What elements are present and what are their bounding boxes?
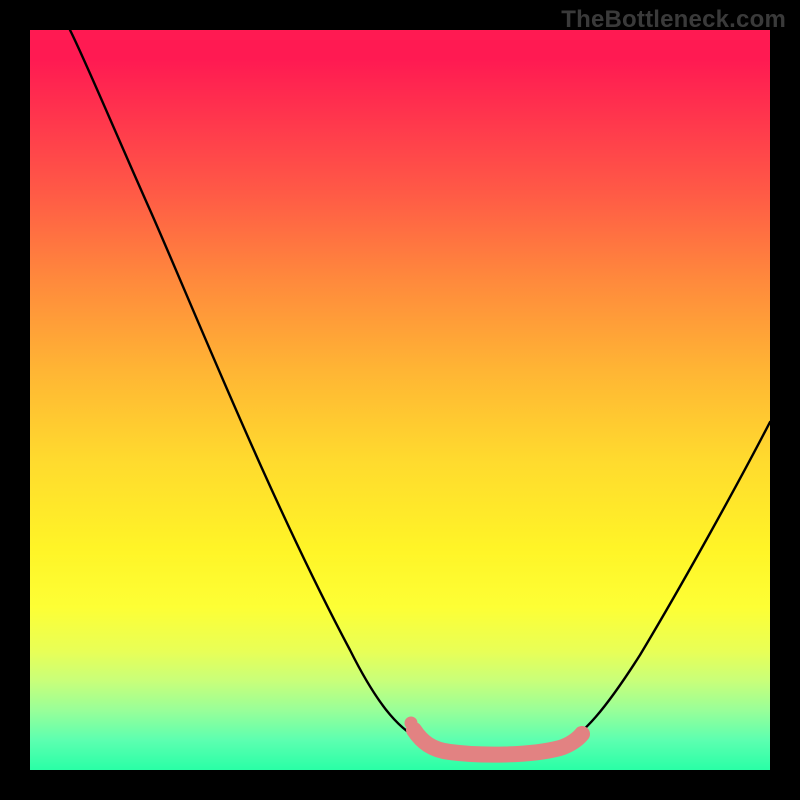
pink-dot: [405, 717, 418, 730]
pink-band: [414, 730, 582, 755]
chart-frame: TheBottleneck.com: [0, 0, 800, 800]
plot-area: [30, 30, 770, 770]
black-curve: [70, 30, 770, 750]
curve-layer: [30, 30, 770, 770]
